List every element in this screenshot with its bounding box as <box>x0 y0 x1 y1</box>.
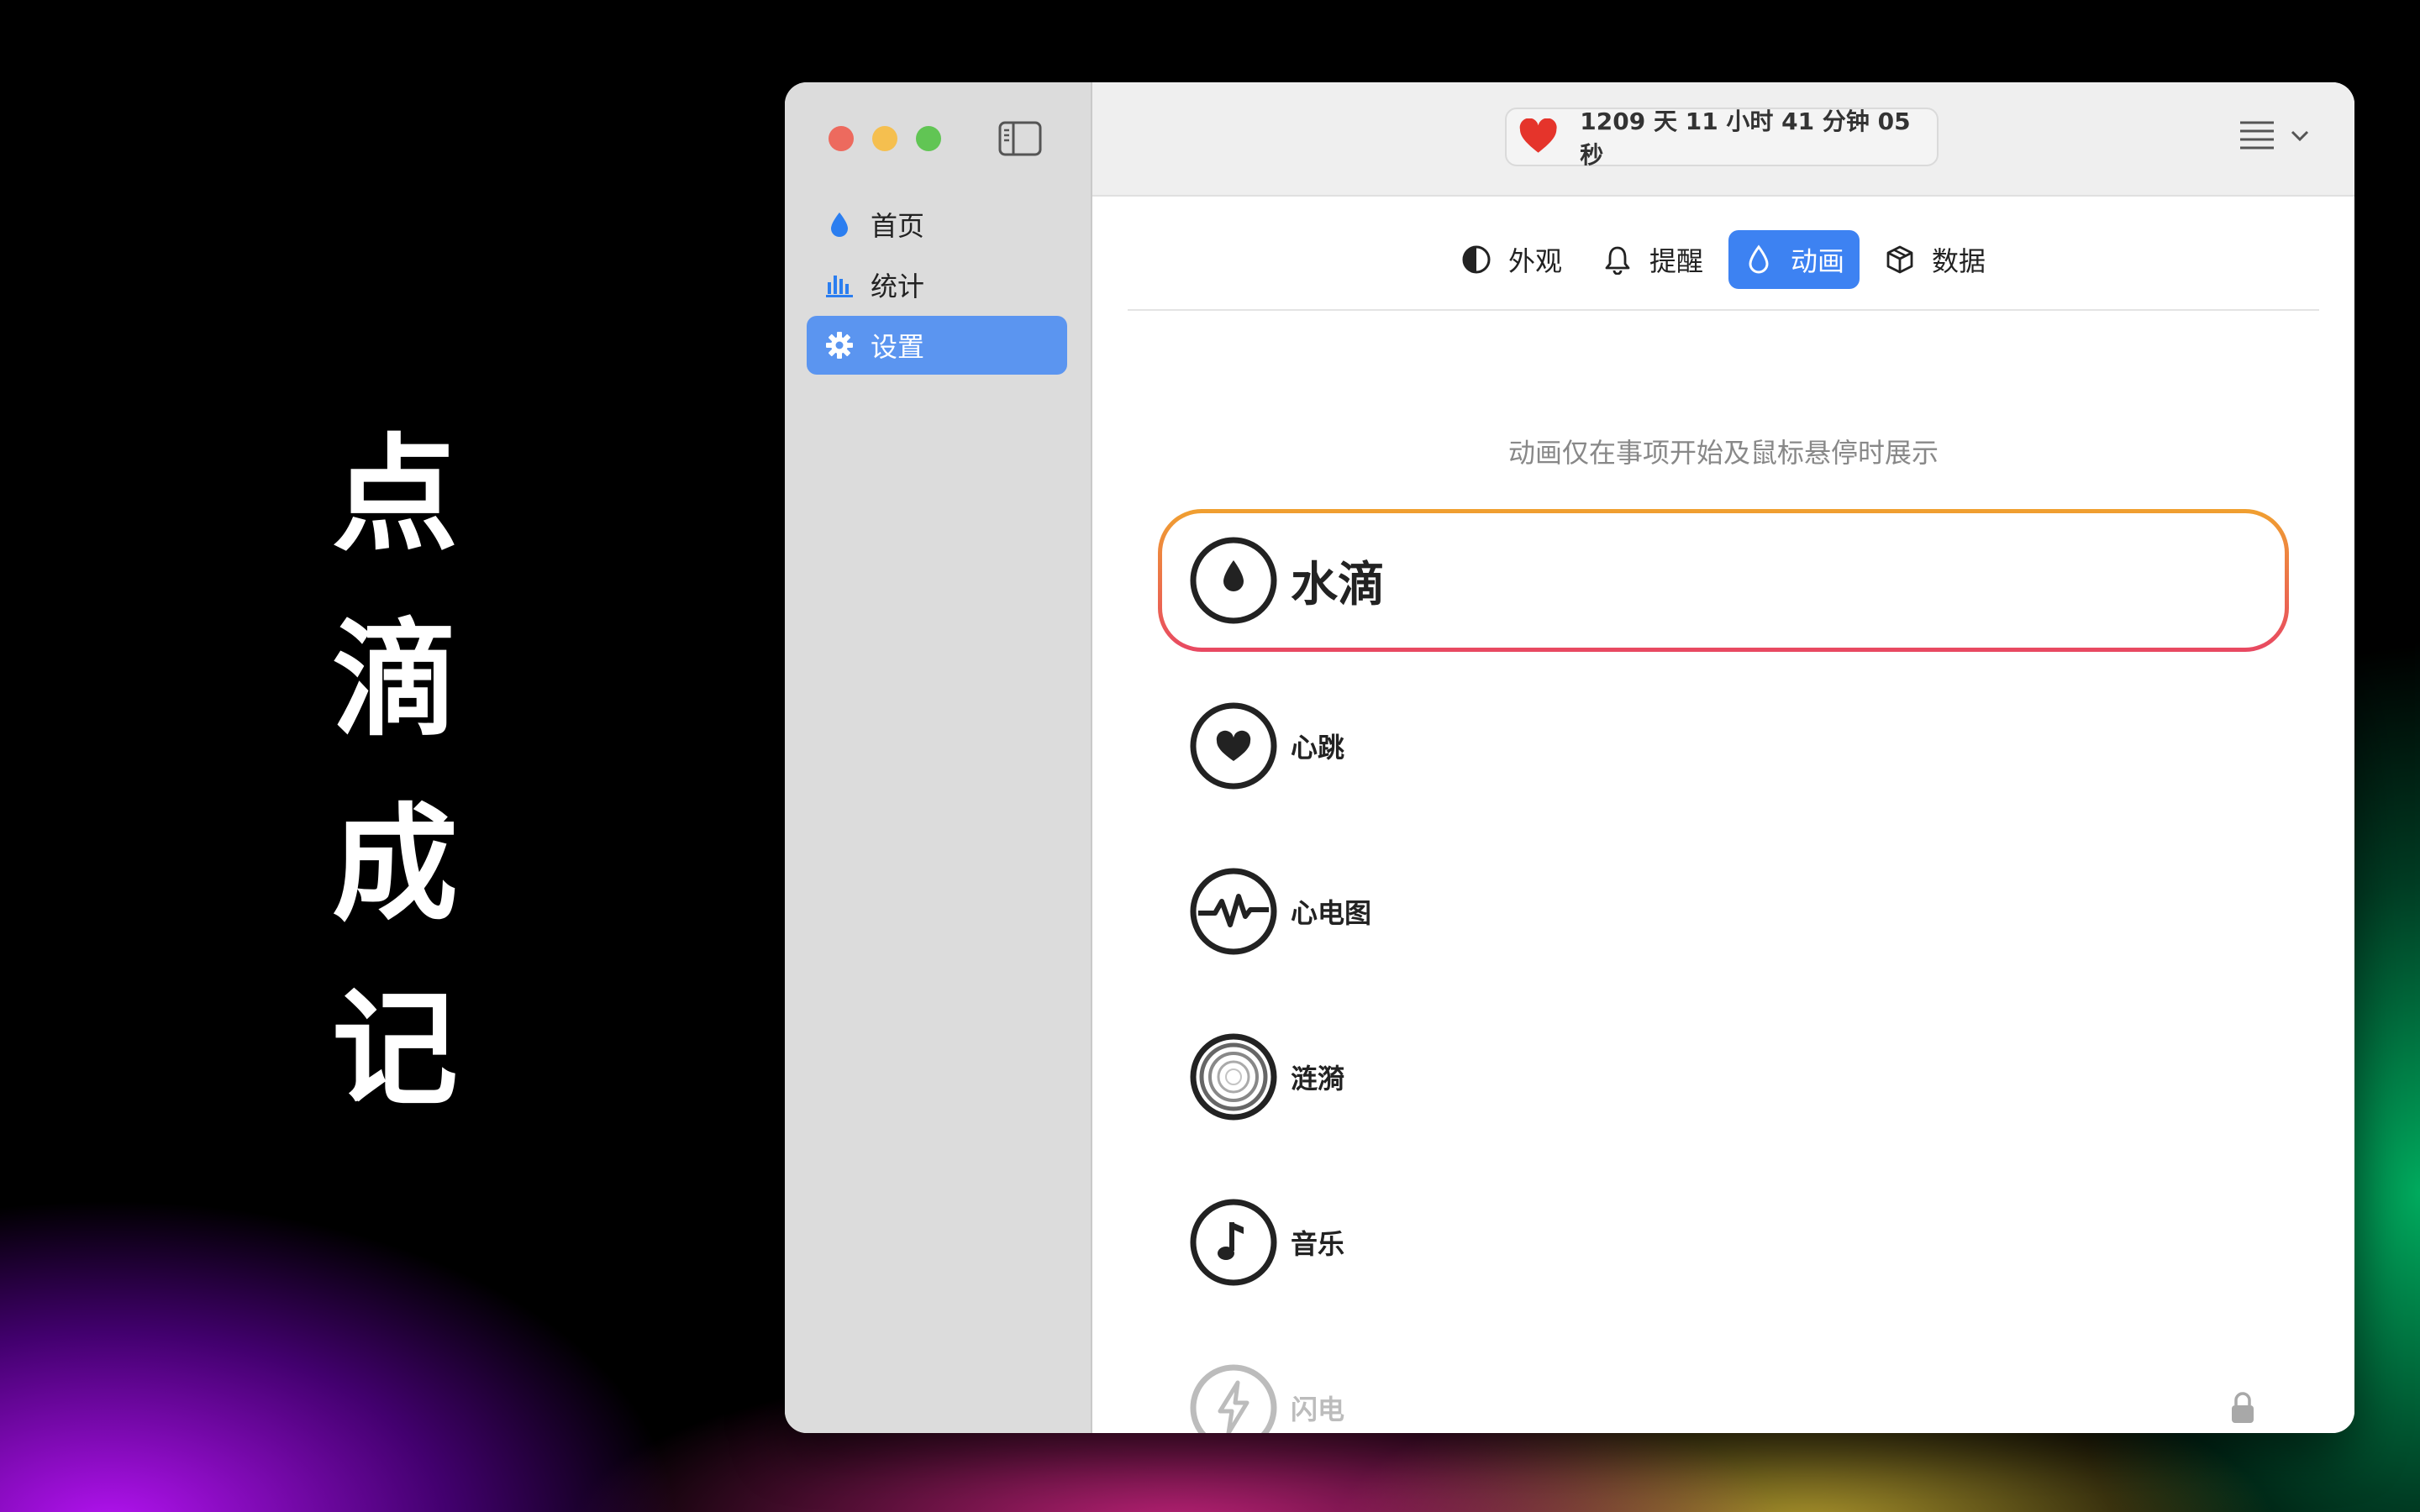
animation-label: 涟漪 <box>1291 1063 1345 1095</box>
sidebar-item-home[interactable]: 首页 <box>807 195 1067 254</box>
zoom-button[interactable] <box>916 126 941 151</box>
tab-label: 动画 <box>1791 245 1845 277</box>
animation-label: 心电图 <box>1291 897 1372 929</box>
drop-outline-icon <box>1749 244 1769 274</box>
tab-appearance[interactable]: 外观 <box>1446 230 1577 289</box>
slogan-char: 点 <box>331 423 458 569</box>
toolbar: 1209 天 11 小时 41 分钟 05 秒 <box>1092 82 2354 197</box>
sidebar-item-label: 设置 <box>871 331 925 363</box>
half-circle-icon <box>1462 245 1491 274</box>
lightning-icon <box>1190 1364 1277 1433</box>
sidebar-nav: 首页 统计 设置 <box>807 195 1067 376</box>
animation-option-lightning[interactable]: 闪电 <box>1158 1336 2289 1433</box>
sidebar-item-label: 首页 <box>871 210 925 242</box>
slogan-char: 滴 <box>331 607 458 753</box>
animation-option-ripple[interactable]: 涟漪 <box>1158 1005 2289 1148</box>
music-note-icon <box>1190 1199 1277 1286</box>
water-drop-icon <box>1190 537 1277 624</box>
animation-hint: 动画仅在事项开始及鼠标悬停时展示 <box>1507 437 1939 469</box>
tab-label: 提醒 <box>1649 245 1703 277</box>
window-controls <box>829 126 941 151</box>
sidebar-item-settings[interactable]: 设置 <box>807 316 1067 375</box>
ripple-icon <box>1190 1033 1277 1121</box>
list-icon <box>2240 121 2274 150</box>
bell-icon <box>1605 246 1630 275</box>
close-button[interactable] <box>829 126 854 151</box>
tab-label: 外观 <box>1507 245 1562 277</box>
sidebar-item-stats[interactable]: 统计 <box>807 255 1067 314</box>
sidebar-toggle-icon[interactable] <box>998 121 1042 156</box>
sidebar: 首页 统计 设置 <box>785 82 1092 1433</box>
drop-icon <box>831 213 848 237</box>
heartbeat-icon <box>1190 702 1277 790</box>
animation-option-heartbeat[interactable]: 心跳 <box>1158 675 2289 817</box>
animation-option-music[interactable]: 音乐 <box>1158 1171 2289 1314</box>
animation-label: 音乐 <box>1291 1228 1345 1260</box>
animation-label: 心跳 <box>1291 732 1345 764</box>
tab-reminder[interactable]: 提醒 <box>1587 230 1718 289</box>
settings-tabs: 外观 提醒 动画 数据 <box>1128 230 2319 311</box>
animation-label: 闪电 <box>1291 1394 1345 1425</box>
sidebar-item-label: 统计 <box>871 270 925 302</box>
animation-option-water-drop[interactable]: 水滴 <box>1158 509 2289 652</box>
tab-animation[interactable]: 动画 <box>1728 230 1860 289</box>
minimize-button[interactable] <box>872 126 897 151</box>
animation-option-ecg[interactable]: 心电图 <box>1158 840 2289 983</box>
cube-icon <box>1886 245 1913 274</box>
timer-text: 1209 天 11 小时 41 分钟 05 秒 <box>1580 108 1911 169</box>
elapsed-timer: 1209 天 11 小时 41 分钟 05 秒 <box>1505 108 1939 169</box>
gear-icon <box>826 332 853 359</box>
tab-label: 数据 <box>1932 245 1986 277</box>
lock-icon <box>2232 1392 2254 1423</box>
chevron-down-icon <box>2291 130 2309 142</box>
slogan-char: 成 <box>331 792 458 938</box>
app-window: 首页 统计 设置 1209 天 11 小时 41 分钟 05 秒 外观 提醒 动… <box>785 82 2354 1433</box>
slogan-char: 记 <box>331 977 458 1123</box>
animation-list: 水滴 心跳 心电图 涟漪 音乐 闪电 <box>1158 509 2289 1433</box>
promo-slogan: 点 滴 成 记 <box>328 403 462 1142</box>
heart-icon <box>1519 118 1557 153</box>
main-content: 1209 天 11 小时 41 分钟 05 秒 外观 提醒 动画 数据 动画仅在… <box>1092 82 2354 1433</box>
bar-chart-icon <box>826 276 853 297</box>
animation-label: 水滴 <box>1291 557 1385 612</box>
tab-data[interactable]: 数据 <box>1870 230 2001 289</box>
view-menu-button[interactable] <box>2238 119 2309 153</box>
ecg-icon <box>1190 868 1277 955</box>
